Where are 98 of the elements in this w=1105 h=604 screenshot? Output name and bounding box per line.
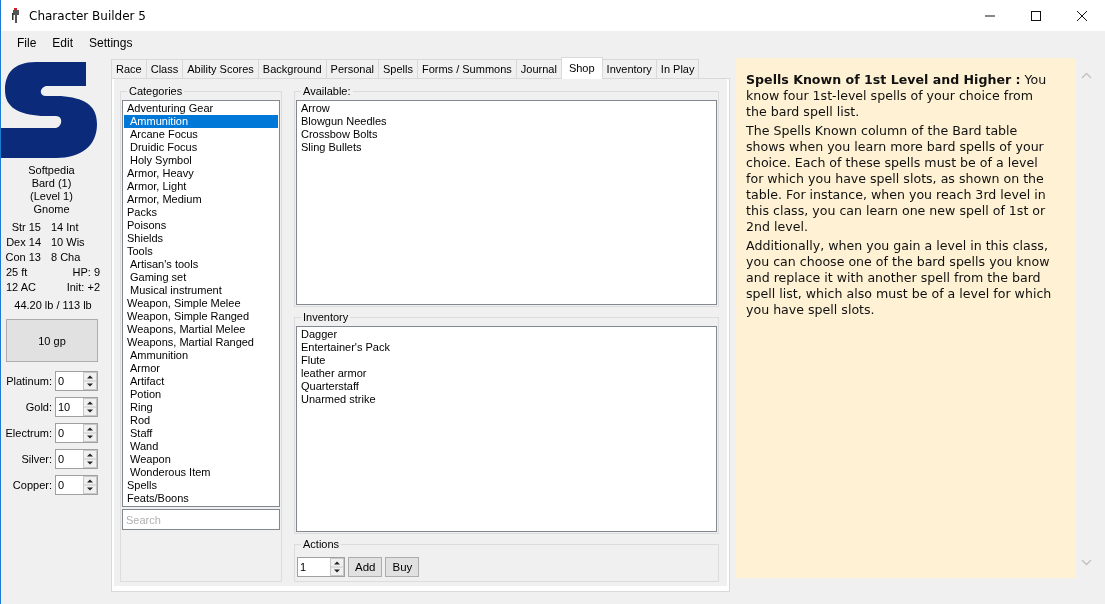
stat-value: Dex 14 [5,235,42,250]
coin-spinner[interactable]: 0 [55,475,98,495]
category-item[interactable]: Spells [124,479,278,492]
stat-value: Init: +2 [66,280,100,295]
coin-spinner[interactable]: 10 [55,397,98,417]
close-icon [1077,10,1087,21]
category-item[interactable]: Ammunition [124,349,278,362]
list-item[interactable]: Blowgun Needles [298,115,715,128]
coin-label: Silver: [20,453,53,465]
category-item[interactable]: Artifact [124,375,278,388]
stat-value: HP: 9 [72,265,100,280]
tab[interactable]: Spells [378,59,418,78]
tab[interactable]: Background [257,59,327,78]
category-item[interactable]: Ammunition [124,115,278,128]
stat-value: Str 15 [10,220,42,235]
list-item[interactable]: Crossbow Bolts [298,128,715,141]
coin-label: Platinum: [5,375,53,387]
search-field[interactable]: Search [122,509,280,530]
money-total-button[interactable]: 10 gp [6,319,98,362]
category-item[interactable]: Wand [124,440,278,453]
tab[interactable]: Inventory [601,59,657,78]
tab[interactable]: Ability Scores [182,59,259,78]
category-item[interactable]: Gaming set [124,271,278,284]
action-button[interactable]: Buy [385,556,420,577]
window-title: Character Builder 5 [29,8,146,23]
coin-spinner[interactable]: 0 [55,449,98,469]
category-item[interactable]: Feats/Boons [124,492,278,505]
character-info: Gnome [33,203,70,216]
category-item[interactable]: Weapon [124,453,278,466]
spinner-arrows-icon[interactable] [83,372,97,390]
category-item[interactable]: Artisan's tools [124,258,278,271]
character-info: Softpedia [28,164,75,177]
category-item[interactable]: Armor [124,362,278,375]
list-item[interactable]: Unarmed strike [298,393,715,406]
description-paragraph: Spells Known of 1st Level and Higher : You know four 1st-level spells of your choice from the bard spell list. [746,72,1048,120]
category-item[interactable]: Poisons [124,219,278,232]
tab[interactable]: Shop [560,57,603,79]
character-info: (Level 1) [30,190,73,203]
list-item[interactable]: Entertainer's Pack [298,341,715,354]
category-item[interactable]: Armor, Heavy [124,167,278,180]
list-item[interactable]: leather armor [298,367,715,380]
list-item[interactable]: Arrow [298,102,715,115]
category-item[interactable]: Holy Symbol [124,154,278,167]
category-item[interactable]: Weapons, Martial Melee [124,323,278,336]
category-item[interactable]: Staff [124,427,278,440]
stat-value: 25 ft [6,265,28,280]
app-icon [11,7,21,24]
spinner-arrows-icon[interactable] [83,450,97,468]
list-item[interactable]: Quarterstaff [298,380,715,393]
category-item[interactable]: Wonderous Item [124,466,278,479]
description-paragraph: Additionally, when you gain a level in this class, you can choose one of the bard spells you know and replace it with another spell from the bard spell list, which also must be of a level for which you have spell slots. [746,238,1053,318]
category-item[interactable]: Armor, Medium [124,193,278,206]
category-item[interactable]: Arcane Focus [124,128,278,141]
group-title: Inventory [301,310,351,324]
spinner-arrows-icon[interactable] [330,557,344,576]
list-item[interactable]: Dagger [298,328,715,341]
tab[interactable]: In Play [655,59,700,78]
stat-value: 14 Int [51,220,79,235]
menu-item[interactable]: Edit [44,36,82,50]
spinner-arrows-icon[interactable] [83,398,97,416]
stat-value: Con 13 [4,250,42,265]
description-paragraph: The Spells Known column of the Bard table shows when you learn more bard spells of your choice. Each of these spells must be of a level for which you have spell slots, as shown on the table. For instance, when you reach 3rd level in this class, you can learn one new spell of 1st or 2nd level. [746,123,1047,235]
category-item[interactable]: Musical instrument [124,284,278,297]
spinner-arrows-icon[interactable] [83,476,97,494]
coin-spinner[interactable]: 0 [55,423,98,443]
category-item[interactable]: Rod [124,414,278,427]
category-item[interactable]: Shields [124,232,278,245]
category-item[interactable]: Weapons, Martial Ranged [124,336,278,349]
group-title: Categories [127,84,185,98]
group-title: Available: [301,84,353,98]
coin-spinner[interactable]: 0 [55,371,98,391]
carry-weight: 44.20 lb / 113 lb [13,299,93,311]
spinner-arrows-icon[interactable] [83,424,97,442]
menu-item[interactable]: Settings [81,36,141,50]
coin-label: Copper: [11,479,53,491]
stat-value: 8 Cha [51,250,81,265]
character-info: Bard (1) [31,177,72,190]
category-item[interactable]: Packs [124,206,278,219]
category-item[interactable]: Adventuring Gear [124,102,278,115]
list-item[interactable]: Flute [298,354,715,367]
maximize-icon [1031,10,1041,21]
category-item[interactable]: Weapon, Simple Ranged [124,310,278,323]
coin-label: Electrum: [4,427,53,439]
menu-item[interactable]: File [9,36,45,50]
coin-label: Gold: [24,401,53,413]
group-title: Actions [301,537,342,551]
action-button[interactable]: Add [348,556,383,577]
category-item[interactable]: Weapon, Simple Melee [124,297,278,310]
category-item[interactable]: Potion [124,388,278,401]
category-item[interactable]: Druidic Focus [124,141,278,154]
stat-value: 10 Wis [51,235,85,250]
stat-value: 12 AC [6,280,36,295]
category-item[interactable]: Ring [124,401,278,414]
list-item[interactable]: Sling Bullets [298,141,715,154]
quantity-spinner[interactable]: 1 [297,556,345,577]
tab[interactable]: Race [111,59,147,78]
category-item[interactable]: Tools [124,245,278,258]
category-item[interactable]: Armor, Light [124,180,278,193]
